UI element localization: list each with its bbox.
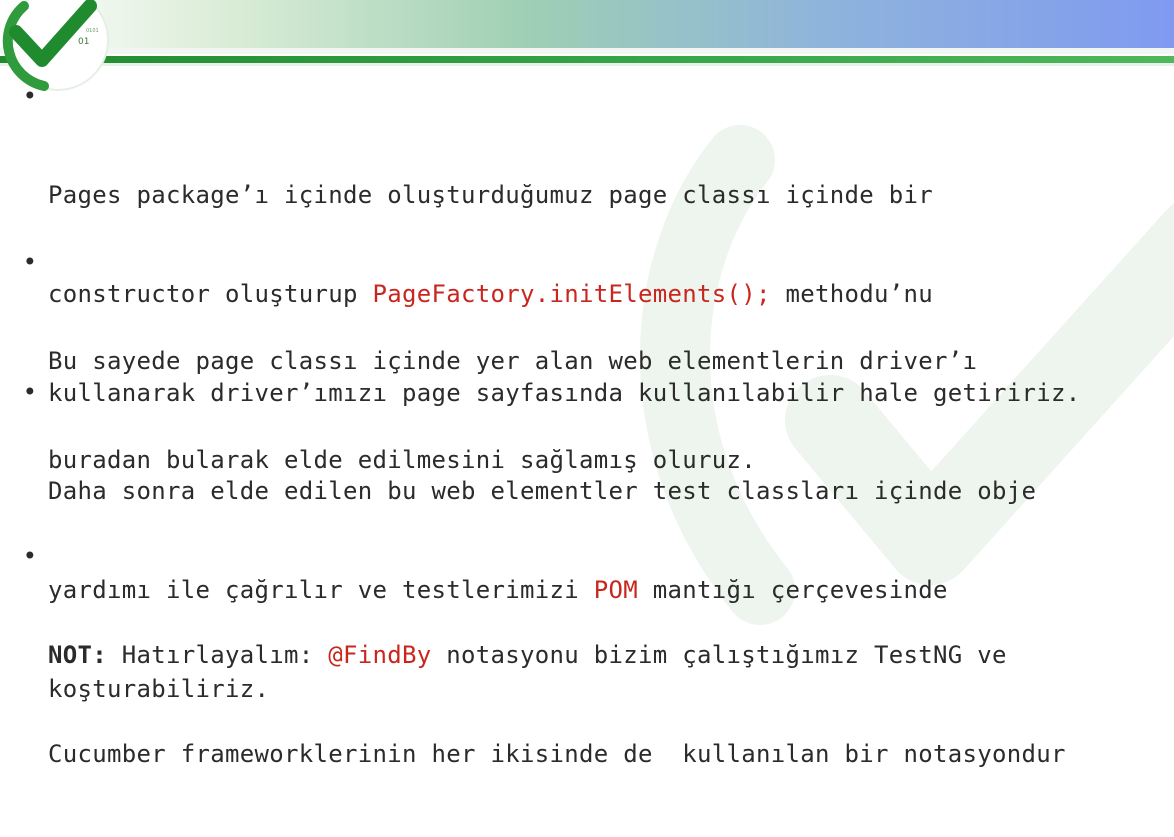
bullet-dot-icon: • [22, 248, 38, 276]
bullet-line: Bu sayede page classı içinde yer alan we… [48, 347, 978, 375]
header-divider-thin [0, 63, 1174, 66]
bullet-line: NOT: Hatırlayalım: @FindBy notasyonu biz… [48, 641, 1007, 669]
bullet-dot-icon: • [22, 542, 38, 570]
code-findby: @FindBy [328, 641, 432, 669]
logo-binary-small: 0101 [86, 28, 99, 34]
bullet-dot-icon: • [22, 378, 38, 406]
bullet-item-note: • NOT: Hatırlayalım: @FindBy notasyonu b… [20, 540, 1066, 837]
bullet-line: Daha sonra elde edilen bu web elementler… [48, 477, 1037, 505]
header-gradient-band [0, 0, 1174, 48]
bullet-line: Pages package’ı içinde oluşturduğumuz pa… [48, 181, 933, 209]
bullet-dot-icon: • [22, 82, 38, 110]
header-divider-white [0, 48, 1174, 54]
logo-binary-text: 01 [78, 37, 89, 47]
note-label: NOT: [48, 641, 107, 669]
bullet-line: Cucumber frameworklerinin her ikisinde d… [48, 740, 1066, 768]
header-divider-green [0, 56, 1174, 63]
